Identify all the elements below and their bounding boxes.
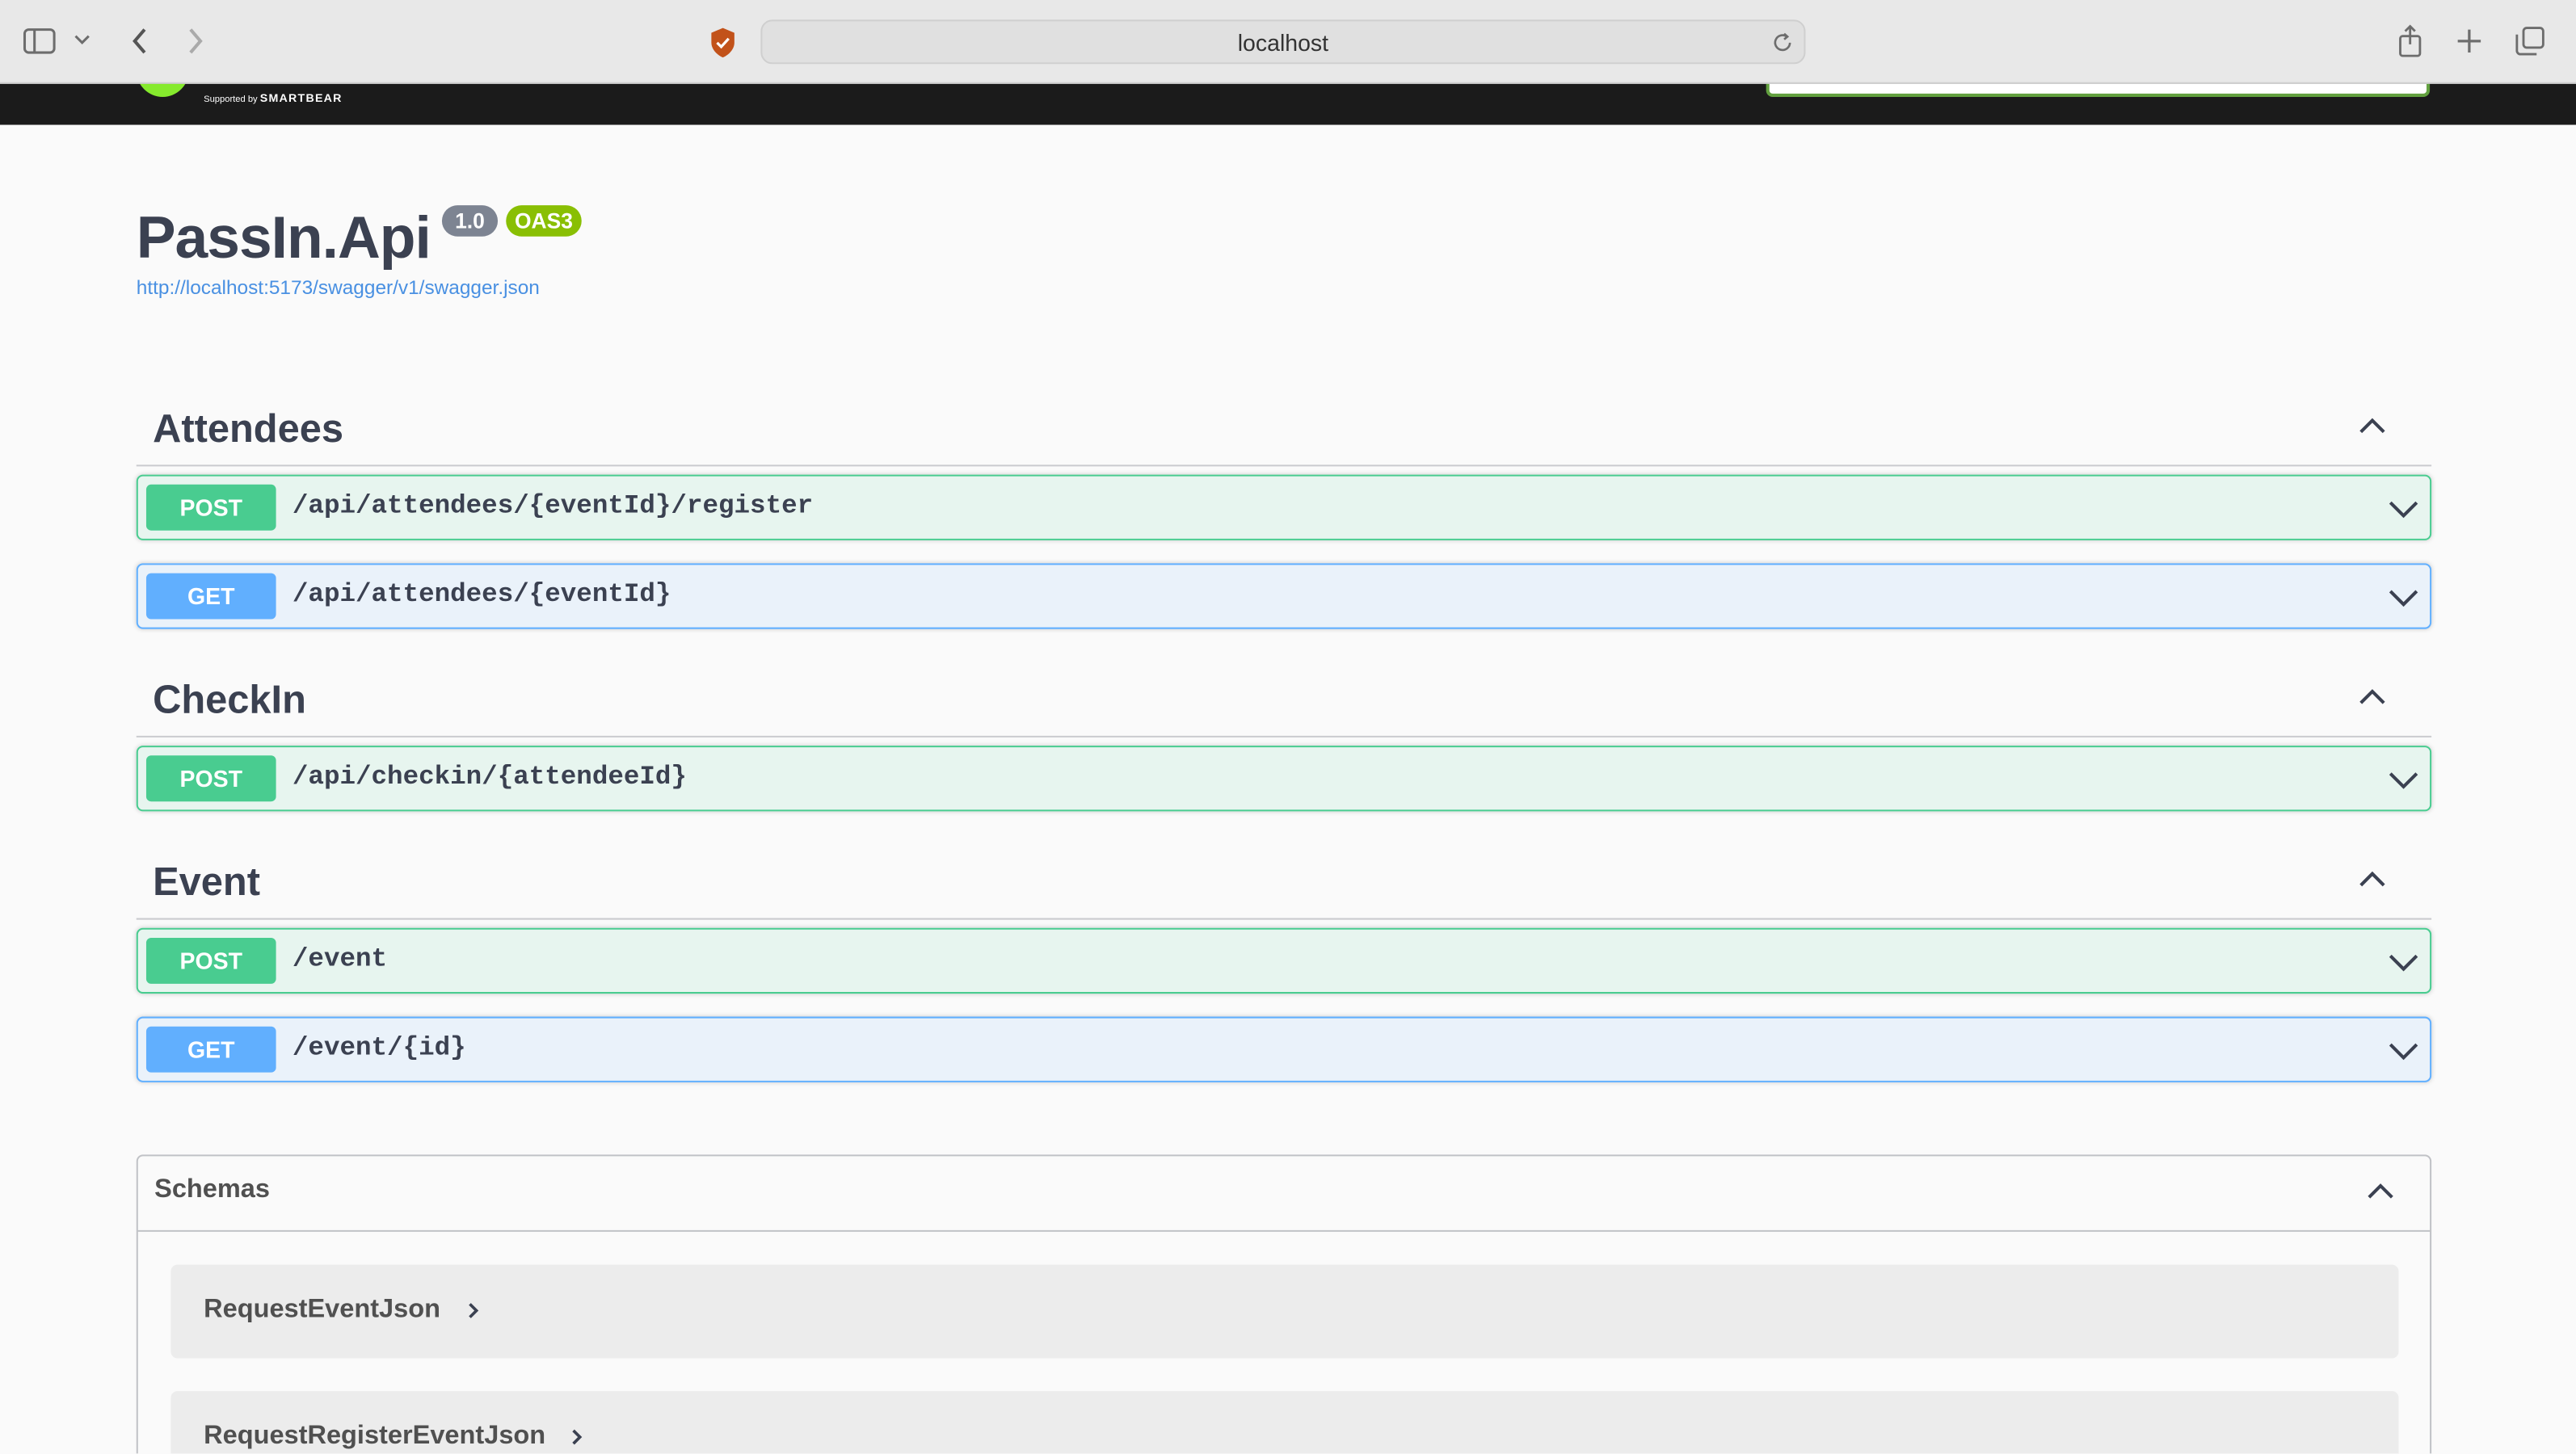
oas-badge: OAS3 — [506, 205, 582, 237]
chevron-down-icon[interactable] — [2385, 762, 2422, 798]
model-name: RequestEventJson — [204, 1296, 440, 1324]
supported-by-text: Supported by — [204, 95, 258, 106]
method-badge: GET — [145, 1026, 276, 1073]
forward-icon[interactable] — [181, 23, 211, 59]
plus-icon[interactable] — [2453, 24, 2486, 57]
tag-checkin[interactable]: CheckIn — [136, 665, 2432, 738]
shield-icon[interactable] — [706, 24, 739, 61]
reload-icon[interactable] — [1770, 30, 1796, 57]
chevron-up-icon[interactable] — [2356, 410, 2389, 443]
tag-name: Event — [153, 860, 260, 906]
schemas-header[interactable]: Schemas — [137, 1156, 2431, 1232]
model-name: RequestRegisterEventJson — [204, 1422, 546, 1451]
spec-url-link[interactable]: http://localhost:5173/swagger/v1/swagger… — [137, 276, 540, 299]
chevron-down-icon[interactable] — [72, 30, 91, 49]
operation-post-event[interactable]: POST /event — [136, 927, 2432, 994]
operation-path: /event — [292, 944, 388, 974]
swagger-ui-window: localhost Supported by SMARTBEAR PassIn.… — [0, 0, 2576, 1454]
chevron-up-icon[interactable] — [2356, 682, 2389, 715]
tag-attendees[interactable]: Attendees — [136, 394, 2432, 467]
chevron-down-icon[interactable] — [2385, 580, 2422, 616]
explore-url-input[interactable] — [1766, 83, 2431, 97]
chevron-down-icon[interactable] — [2385, 491, 2422, 527]
address-text: localhost — [1237, 28, 1329, 56]
operation-post-checkin[interactable]: POST /api/checkin/{attendeeId} — [136, 746, 2432, 812]
operation-post-attendees-register[interactable]: POST /api/attendees/{eventId}/register — [136, 474, 2432, 540]
operation-path: /api/attendees/{eventId}/register — [292, 490, 814, 521]
schema-model[interactable]: RequestRegisterEventJson — [170, 1391, 2399, 1454]
operation-path: /event/{id} — [292, 1032, 466, 1063]
schema-model[interactable]: RequestEventJson — [170, 1264, 2399, 1359]
swagger-logo-icon[interactable] — [136, 83, 189, 97]
schemas-section: Schemas RequestEventJson RequestRegister… — [136, 1154, 2432, 1454]
sidebar-icon[interactable] — [23, 24, 56, 57]
chevron-right-icon[interactable] — [565, 1426, 587, 1448]
swagger-topbar: Supported by SMARTBEAR — [0, 83, 2576, 125]
method-badge: POST — [145, 755, 276, 802]
chevron-down-icon[interactable] — [2385, 1033, 2422, 1069]
version-badge: 1.0 — [441, 205, 499, 237]
schemas-title: Schemas — [154, 1175, 270, 1204]
tabs-icon[interactable] — [2514, 24, 2547, 57]
chevron-right-icon[interactable] — [461, 1299, 484, 1322]
page-title: PassIn.Api — [136, 204, 431, 271]
tag-name: CheckIn — [153, 678, 306, 723]
operation-path: /api/attendees/{eventId} — [292, 579, 671, 610]
back-icon[interactable] — [125, 23, 155, 59]
address-bar[interactable]: localhost — [760, 19, 1806, 65]
browser-toolbar: localhost — [0, 0, 2576, 84]
method-badge: POST — [145, 937, 276, 984]
chevron-up-icon[interactable] — [2356, 864, 2389, 897]
operation-get-attendees[interactable]: GET /api/attendees/{eventId} — [136, 563, 2432, 629]
tag-event[interactable]: Event — [136, 847, 2432, 920]
method-badge: POST — [145, 484, 276, 531]
method-badge: GET — [145, 573, 276, 620]
operation-get-event-id[interactable]: GET /event/{id} — [136, 1016, 2432, 1082]
chevron-down-icon[interactable] — [2385, 944, 2422, 981]
operation-path: /api/checkin/{attendeeId} — [292, 762, 687, 792]
smartbear-brand: SMARTBEAR — [259, 93, 343, 106]
tag-name: Attendees — [153, 407, 344, 452]
share-icon[interactable] — [2393, 21, 2427, 61]
chevron-up-icon[interactable] — [2364, 1176, 2397, 1209]
supported-by-label: Supported by SMARTBEAR — [204, 94, 343, 105]
